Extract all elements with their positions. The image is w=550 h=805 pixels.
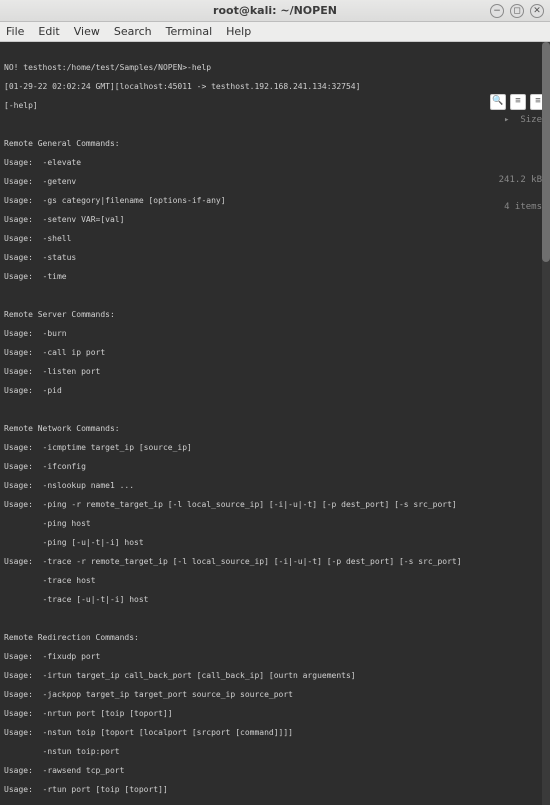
section-header: Remote Redirection Commands: bbox=[4, 633, 546, 643]
scrollbar[interactable] bbox=[542, 42, 550, 805]
maximize-button[interactable]: ◻ bbox=[510, 4, 524, 18]
term-line: Usage: -ping -r remote_target_ip [-l loc… bbox=[4, 500, 546, 510]
term-line: [-help] bbox=[4, 101, 546, 111]
term-line: Usage: -trace -r remote_target_ip [-l lo… bbox=[4, 557, 546, 567]
term-line: -ping host bbox=[4, 519, 546, 529]
term-line: -ping [-u|-t|-i] host bbox=[4, 538, 546, 548]
term-line: Usage: -jackpop target_ip target_port so… bbox=[4, 690, 546, 700]
term-line: [01-29-22 02:02:24 GMT][localhost:45011 … bbox=[4, 82, 546, 92]
menu-file[interactable]: File bbox=[6, 25, 24, 38]
term-line: Usage: -ifconfig bbox=[4, 462, 546, 472]
term-line: Usage: -shell bbox=[4, 234, 546, 244]
term-line: Usage: -nrtun port [toip [toport]] bbox=[4, 709, 546, 719]
term-line: -nstun toip:port bbox=[4, 747, 546, 757]
term-line: Usage: -nstun toip [toport [localport [s… bbox=[4, 728, 546, 738]
term-line: Usage: -call ip port bbox=[4, 348, 546, 358]
term-line: -trace host bbox=[4, 576, 546, 586]
term-blank bbox=[4, 120, 546, 130]
term-line: Usage: -fixudp port bbox=[4, 652, 546, 662]
window-title: root@kali: ~/NOPEN bbox=[213, 4, 337, 17]
menu-help[interactable]: Help bbox=[226, 25, 251, 38]
term-line: Usage: -gs category|filename [options-if… bbox=[4, 196, 546, 206]
term-line: Usage: -irtun target_ip call_back_port [… bbox=[4, 671, 546, 681]
term-line: Usage: -time bbox=[4, 272, 546, 282]
menubar: File Edit View Search Terminal Help bbox=[0, 22, 550, 42]
term-blank bbox=[4, 291, 546, 301]
term-line: -trace [-u|-t|-i] host bbox=[4, 595, 546, 605]
scrollbar-thumb[interactable] bbox=[542, 42, 550, 262]
term-line: Usage: -rtun port [toip [toport]] bbox=[4, 785, 546, 795]
term-line: Usage: -burn bbox=[4, 329, 546, 339]
term-line: Usage: -nslookup name1 ... bbox=[4, 481, 546, 491]
window-controls: − ◻ ✕ bbox=[490, 4, 544, 18]
term-line: Usage: -elevate bbox=[4, 158, 546, 168]
term-line: Usage: -rawsend tcp_port bbox=[4, 766, 546, 776]
section-header: Remote Network Commands: bbox=[4, 424, 546, 434]
term-line: Usage: -setenv VAR=[val] bbox=[4, 215, 546, 225]
titlebar: root@kali: ~/NOPEN − ◻ ✕ bbox=[0, 0, 550, 22]
section-header: Remote General Commands: bbox=[4, 139, 546, 149]
section-header: Remote Server Commands: bbox=[4, 310, 546, 320]
term-blank bbox=[4, 405, 546, 415]
menu-edit[interactable]: Edit bbox=[38, 25, 59, 38]
term-line: Usage: -getenv bbox=[4, 177, 546, 187]
menu-search[interactable]: Search bbox=[114, 25, 152, 38]
close-button[interactable]: ✕ bbox=[530, 4, 544, 18]
term-line: NO! testhost:/home/test/Samples/NOPEN>-h… bbox=[4, 63, 546, 73]
minimize-button[interactable]: − bbox=[490, 4, 504, 18]
term-line: Usage: -listen port bbox=[4, 367, 546, 377]
menu-view[interactable]: View bbox=[74, 25, 100, 38]
terminal-area[interactable]: 🔍 ≡ ≡ ▸ Size 241.2 kB 4 items NO! testho… bbox=[0, 42, 550, 805]
menu-terminal[interactable]: Terminal bbox=[166, 25, 213, 38]
term-line: Usage: -status bbox=[4, 253, 546, 263]
term-line: Usage: -icmptime target_ip [source_ip] bbox=[4, 443, 546, 453]
term-blank bbox=[4, 614, 546, 624]
term-line: Usage: -pid bbox=[4, 386, 546, 396]
